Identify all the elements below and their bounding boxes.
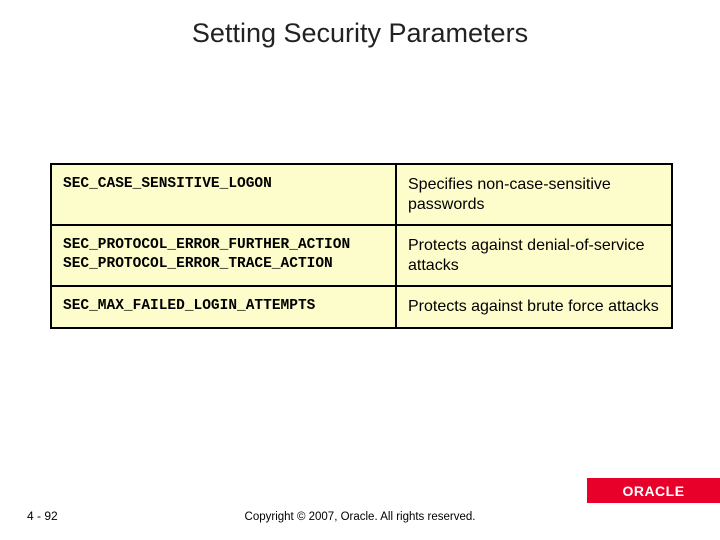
parameters-table: SEC_CASE_SENSITIVE_LOGON Specifies non-c… bbox=[50, 163, 673, 329]
parameter-name-cell: SEC_MAX_FAILED_LOGIN_ATTEMPTS bbox=[52, 287, 397, 327]
logo-bar: ORACLE bbox=[587, 478, 720, 503]
parameter-desc-cell: Protects against brute force attacks bbox=[397, 287, 671, 327]
slide: Setting Security Parameters SEC_CASE_SEN… bbox=[0, 0, 720, 540]
table-row: SEC_CASE_SENSITIVE_LOGON Specifies non-c… bbox=[52, 165, 671, 226]
copyright-text: Copyright © 2007, Oracle. All rights res… bbox=[0, 511, 720, 523]
parameter-name-cell: SEC_CASE_SENSITIVE_LOGON bbox=[52, 165, 397, 224]
parameter-name-cell: SEC_PROTOCOL_ERROR_FURTHER_ACTIONSEC_PRO… bbox=[52, 226, 397, 285]
slide-title: Setting Security Parameters bbox=[0, 18, 720, 49]
oracle-logo: ORACLE bbox=[622, 483, 684, 499]
parameter-desc-cell: Protects against denial-of-service attac… bbox=[397, 226, 671, 285]
table-row: SEC_MAX_FAILED_LOGIN_ATTEMPTS Protects a… bbox=[52, 287, 671, 327]
parameter-desc-cell: Specifies non-case-sensitive passwords bbox=[397, 165, 671, 224]
table-row: SEC_PROTOCOL_ERROR_FURTHER_ACTIONSEC_PRO… bbox=[52, 226, 671, 287]
